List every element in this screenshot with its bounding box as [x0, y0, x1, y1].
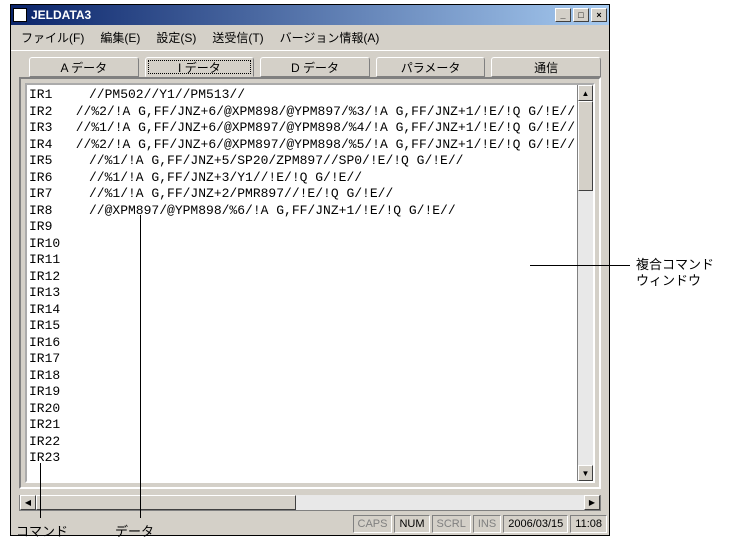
- callout-command: コマンド: [16, 521, 68, 540]
- list-row[interactable]: IR23: [29, 450, 575, 467]
- data-cell: //%1/!A G,FF/JNZ+2/PMR897//!E/!Q G/!E//: [89, 186, 393, 203]
- command-cell: IR17: [29, 351, 89, 368]
- vertical-scrollbar[interactable]: ▲ ▼: [577, 85, 593, 481]
- list-row[interactable]: IR7//%1/!A G,FF/JNZ+2/PMR897//!E/!Q G/!E…: [29, 186, 575, 203]
- list-row[interactable]: IR8//@XPM897/@YPM898/%6/!A G,FF/JNZ+1/!E…: [29, 203, 575, 220]
- command-cell: IR21: [29, 417, 89, 434]
- data-cell: //%1/!A G,FF/JNZ+6/@XPM897/@YPM898/%4/!A…: [76, 120, 575, 137]
- command-cell: IR3: [29, 120, 76, 137]
- scroll-down-button[interactable]: ▼: [578, 465, 593, 481]
- command-cell: IR1: [29, 87, 89, 104]
- tab-i-data[interactable]: I データ: [145, 57, 255, 77]
- command-cell: IR5: [29, 153, 89, 170]
- list-row[interactable]: IR13: [29, 285, 575, 302]
- tab-a-data[interactable]: A データ: [29, 57, 139, 77]
- horizontal-scrollbar[interactable]: ◀ ▶: [19, 495, 601, 511]
- app-window: JELDATA3 _ □ × ファイル(F) 編集(E) 設定(S) 送受信(T…: [10, 4, 610, 536]
- list-row[interactable]: IR14: [29, 302, 575, 319]
- status-ins: INS: [473, 515, 501, 533]
- command-cell: IR15: [29, 318, 89, 335]
- statusbar: CAPS NUM SCRL INS 2006/03/15 11:08: [11, 515, 609, 535]
- hscroll-thumb[interactable]: [36, 495, 296, 510]
- menubar: ファイル(F) 編集(E) 設定(S) 送受信(T) バージョン情報(A): [11, 25, 609, 51]
- command-cell: IR22: [29, 434, 89, 451]
- list-row[interactable]: IR6//%1/!A G,FF/JNZ+3/Y1//!E/!Q G/!E//: [29, 170, 575, 187]
- list-row[interactable]: IR5//%1/!A G,FF/JNZ+5/SP20/ZPM897//SP0/!…: [29, 153, 575, 170]
- command-cell: IR16: [29, 335, 89, 352]
- hscroll-track[interactable]: [36, 495, 584, 510]
- command-cell: IR10: [29, 236, 89, 253]
- menu-transceive[interactable]: 送受信(T): [206, 27, 269, 48]
- menu-settings[interactable]: 設定(S): [150, 27, 202, 48]
- compound-command-window: IR1//PM502//Y1//PM513//IR2//%2/!A G,FF/J…: [25, 83, 595, 483]
- scroll-up-button[interactable]: ▲: [578, 85, 593, 101]
- command-cell: IR6: [29, 170, 89, 187]
- list-row[interactable]: IR17: [29, 351, 575, 368]
- command-cell: IR23: [29, 450, 89, 467]
- list-row[interactable]: IR12: [29, 269, 575, 286]
- callout-line-window: [530, 265, 630, 266]
- command-cell: IR4: [29, 137, 76, 154]
- hscroll-left-button[interactable]: ◀: [20, 495, 36, 510]
- status-caps: CAPS: [353, 515, 393, 533]
- tabbar: A データ I データ D データ パラメータ 通信: [11, 51, 609, 77]
- list-row[interactable]: IR18: [29, 368, 575, 385]
- scroll-track[interactable]: [578, 101, 593, 465]
- command-cell: IR9: [29, 219, 89, 236]
- command-cell: IR19: [29, 384, 89, 401]
- command-cell: IR18: [29, 368, 89, 385]
- status-num: NUM: [394, 515, 429, 533]
- command-cell: IR20: [29, 401, 89, 418]
- minimize-button[interactable]: _: [555, 8, 571, 22]
- hscroll-right-button[interactable]: ▶: [584, 495, 600, 510]
- data-cell: //%1/!A G,FF/JNZ+5/SP20/ZPM897//SP0/!E/!…: [89, 153, 463, 170]
- command-cell: IR12: [29, 269, 89, 286]
- data-cell: //PM502//Y1//PM513//: [89, 87, 245, 104]
- data-cell: //%2/!A G,FF/JNZ+6/@XPM898/@YPM897/%3/!A…: [76, 104, 575, 121]
- callout-compound-window-2: ウィンドウ: [636, 270, 701, 289]
- command-cell: IR11: [29, 252, 89, 269]
- callout-line-data: [140, 215, 141, 518]
- command-cell: IR2: [29, 104, 76, 121]
- command-cell: IR13: [29, 285, 89, 302]
- app-icon: [13, 8, 27, 22]
- data-cell: //@XPM897/@YPM898/%6/!A G,FF/JNZ+1/!E/!Q…: [89, 203, 456, 220]
- callout-data: データ: [115, 521, 154, 540]
- status-time: 11:08: [570, 515, 607, 533]
- list-row[interactable]: IR11: [29, 252, 575, 269]
- list-row[interactable]: IR16: [29, 335, 575, 352]
- list-row[interactable]: IR22: [29, 434, 575, 451]
- menu-file[interactable]: ファイル(F): [15, 27, 90, 48]
- list-row[interactable]: IR15: [29, 318, 575, 335]
- maximize-button[interactable]: □: [573, 8, 589, 22]
- tab-comm[interactable]: 通信: [491, 57, 601, 77]
- titlebar[interactable]: JELDATA3 _ □ ×: [11, 5, 609, 25]
- command-cell: IR14: [29, 302, 89, 319]
- callout-line-command: [40, 463, 41, 518]
- list-row[interactable]: IR4//%2/!A G,FF/JNZ+6/@XPM897/@YPM898/%5…: [29, 137, 575, 154]
- scroll-thumb[interactable]: [578, 101, 593, 191]
- tab-d-data[interactable]: D データ: [260, 57, 370, 77]
- content-frame: IR1//PM502//Y1//PM513//IR2//%2/!A G,FF/J…: [19, 77, 601, 489]
- list-row[interactable]: IR20: [29, 401, 575, 418]
- tab-parameter[interactable]: パラメータ: [376, 57, 486, 77]
- list-row[interactable]: IR1//PM502//Y1//PM513//: [29, 87, 575, 104]
- list-row[interactable]: IR2//%2/!A G,FF/JNZ+6/@XPM898/@YPM897/%3…: [29, 104, 575, 121]
- data-cell: //%2/!A G,FF/JNZ+6/@XPM897/@YPM898/%5/!A…: [76, 137, 575, 154]
- list-row[interactable]: IR3//%1/!A G,FF/JNZ+6/@XPM897/@YPM898/%4…: [29, 120, 575, 137]
- listbox[interactable]: IR1//PM502//Y1//PM513//IR2//%2/!A G,FF/J…: [27, 85, 577, 481]
- window-title: JELDATA3: [31, 8, 555, 22]
- data-cell: //%1/!A G,FF/JNZ+3/Y1//!E/!Q G/!E//: [89, 170, 362, 187]
- list-row[interactable]: IR10: [29, 236, 575, 253]
- list-row[interactable]: IR9: [29, 219, 575, 236]
- status-date: 2006/03/15: [503, 515, 568, 533]
- close-button[interactable]: ×: [591, 8, 607, 22]
- menu-edit[interactable]: 編集(E): [94, 27, 146, 48]
- status-scrl: SCRL: [432, 515, 471, 533]
- list-row[interactable]: IR21: [29, 417, 575, 434]
- command-cell: IR8: [29, 203, 89, 220]
- menu-version[interactable]: バージョン情報(A): [274, 27, 386, 48]
- command-cell: IR7: [29, 186, 89, 203]
- list-row[interactable]: IR19: [29, 384, 575, 401]
